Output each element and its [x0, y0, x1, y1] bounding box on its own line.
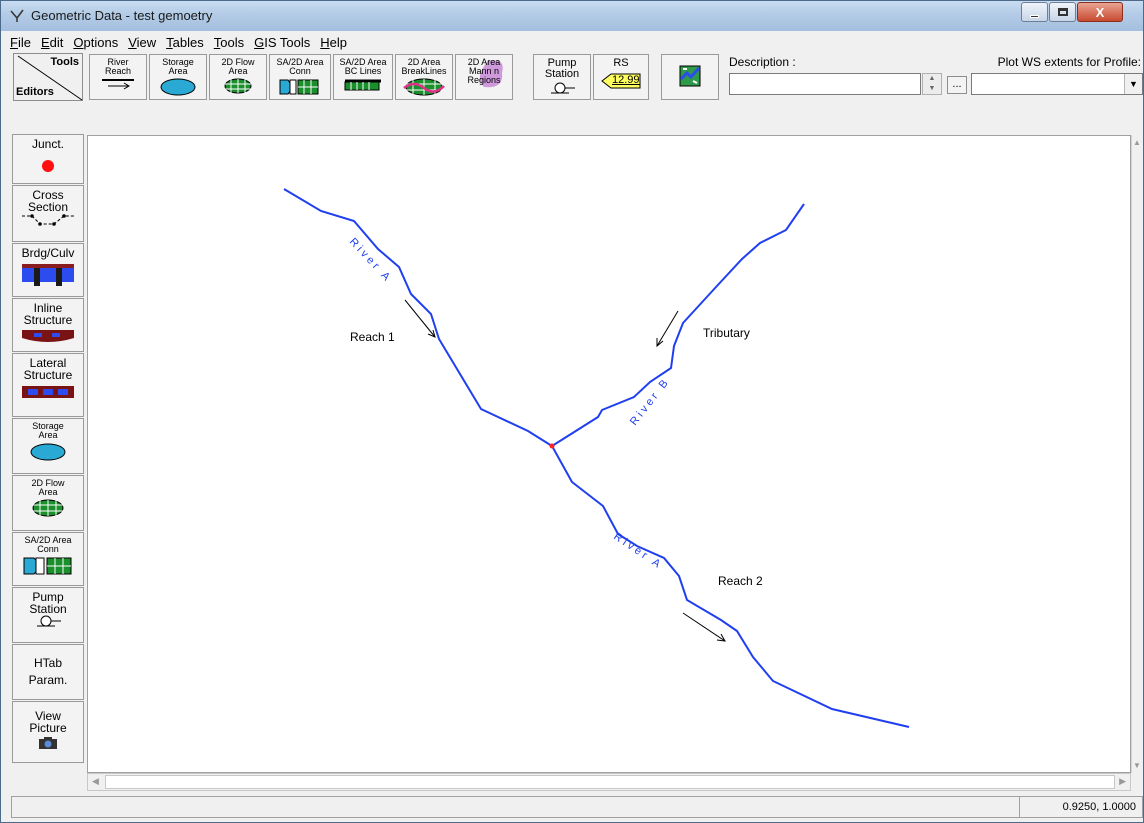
toolbar: Tools Editors River Reach Storage Area 2… [1, 52, 1143, 134]
2d-area-breaklines-tool-button[interactable]: 2D Area BreakLines [395, 54, 453, 100]
window-title: Geometric Data - test gemoetry [31, 8, 213, 23]
rs-tool-button[interactable]: RS 12.99 [593, 54, 649, 100]
tools-label: Tools [50, 56, 79, 68]
geometry-canvas[interactable]: Reach 1 Tributary Reach 2 River A River … [87, 135, 1131, 773]
lateral-structure-editor-button[interactable]: Lateral Structure [12, 353, 84, 417]
pump-station-editor-button[interactable]: Pump Station [12, 587, 84, 643]
close-button[interactable]: X [1077, 2, 1123, 22]
map-icon [679, 65, 701, 87]
river-b-label: River B [628, 375, 673, 427]
reach-2-label: Reach 2 [718, 574, 763, 588]
status-bar: 0.9250, 1.0000 [11, 796, 1143, 818]
river-reach-button[interactable]: River Reach [89, 54, 147, 100]
menu-tables[interactable]: Tables [161, 35, 209, 50]
storage-area-tool-button[interactable]: Storage Area [149, 54, 207, 100]
river-a-upper-label: River A [347, 236, 394, 285]
cross-section-editor-button[interactable]: Cross Section [12, 185, 84, 242]
menu-options[interactable]: Options [68, 35, 123, 50]
tributary-label: Tributary [703, 326, 750, 340]
2d-flow-area-editor-button[interactable]: 2D Flow Area [12, 475, 84, 531]
menu-view[interactable]: View [123, 35, 161, 50]
sa2d-conn-editor-button[interactable]: SA/2D Area Conn [12, 532, 84, 586]
horizontal-scroll-thumb[interactable] [105, 775, 1115, 789]
flow-area-2d-icon [224, 78, 252, 94]
2d-area-mann-n-regions-tool-button[interactable]: 2D Area Mann n Regions [455, 54, 513, 100]
maximize-button[interactable] [1049, 2, 1076, 22]
chevron-down-icon[interactable]: ▼ [1124, 74, 1142, 94]
rs-badge: 12.99 [601, 73, 641, 89]
menu-help[interactable]: Help [315, 35, 352, 50]
view-picture-button[interactable]: View Picture [12, 701, 84, 763]
flow-area-2d-icon [32, 499, 64, 517]
menu-file[interactable]: File [5, 35, 36, 50]
maximize-icon [1057, 8, 1068, 16]
junction-editor-button[interactable]: Junct. [12, 134, 84, 184]
menu-gis-tools[interactable]: GIS Tools [249, 35, 315, 50]
editors-label: Editors [16, 86, 54, 98]
storage-area-icon [160, 78, 196, 96]
menu-tools[interactable]: Tools [209, 35, 249, 50]
storage-area-editor-button[interactable]: Storage Area [12, 418, 84, 474]
reach-1-label: Reach 1 [350, 330, 395, 344]
minimize-icon [1030, 14, 1039, 18]
flow-arrow-reach-1 [404, 299, 436, 338]
lateral-structure-icon [22, 386, 74, 398]
river-reach-icon [102, 79, 134, 90]
tools-editors-corner: Tools Editors [13, 53, 83, 101]
pump-station-tool-button[interactable]: Pump Station [533, 54, 591, 100]
hecras-app-icon [10, 9, 24, 22]
horizontal-scrollbar[interactable]: ◀ ▶ [87, 773, 1131, 791]
plot-ws-profile-select[interactable]: ▼ [971, 73, 1143, 95]
menu-edit[interactable]: Edit [36, 35, 68, 50]
cross-section-icon [22, 214, 74, 226]
sa2d-bc-lines-tool-button[interactable]: SA/2D Area BC Lines [333, 54, 393, 100]
inline-structure-editor-button[interactable]: Inline Structure [12, 298, 84, 352]
scroll-left-icon[interactable]: ◀ [92, 776, 99, 787]
close-icon: X [1095, 4, 1105, 20]
scroll-right-icon[interactable]: ▶ [1119, 776, 1126, 787]
pump-station-icon [37, 615, 61, 627]
sa2d-conn-icon [279, 79, 319, 95]
sa2d-conn-icon [23, 557, 72, 575]
minimize-button[interactable] [1021, 2, 1048, 22]
river-a-reach-1-line[interactable] [283, 188, 553, 447]
scroll-up-icon[interactable]: ▲ [1133, 138, 1141, 147]
vertical-scrollbar[interactable]: ▲ ▼ [1131, 135, 1143, 773]
status-message-area [12, 797, 1020, 817]
cursor-coordinates: 0.9250, 1.0000 [1062, 801, 1136, 813]
bridge-culvert-editor-button[interactable]: Brdg/Culv [12, 243, 84, 297]
river-schematic: Reach 1 Tributary Reach 2 River A River … [283, 188, 910, 728]
2d-flow-area-tool-button[interactable]: 2D Flow Area [209, 54, 267, 100]
sa2d-conn-tool-button[interactable]: SA/2D Area Conn [269, 54, 331, 100]
editors-panel: Junct. Cross Section Brdg/Culv Inline St… [11, 134, 85, 774]
plot-ws-extents-label: Plot WS extents for Profile: [997, 55, 1141, 69]
inline-structure-icon [22, 330, 74, 342]
description-label: Description : [729, 55, 796, 69]
flow-arrow-reach-2 [682, 612, 726, 642]
geometric-data-window: Geometric Data - test gemoetry X File Ed… [0, 0, 1144, 823]
description-ellipsis-button[interactable]: ... [947, 76, 967, 94]
pump-station-icon [551, 82, 575, 94]
camera-icon [39, 737, 57, 749]
description-spinner[interactable]: ▲ ▼ [922, 73, 942, 95]
river-b-tributary-line[interactable] [551, 203, 805, 447]
junction-node[interactable] [549, 443, 555, 449]
storage-area-icon [30, 443, 66, 461]
description-input[interactable] [729, 73, 921, 95]
river-a-lower-label: River A [611, 531, 665, 573]
scroll-down-icon[interactable]: ▼ [1133, 761, 1141, 770]
menu-bar: File Edit Options View Tables Tools GIS … [1, 32, 1143, 52]
title-bar: Geometric Data - test gemoetry X [1, 1, 1143, 31]
background-map-button[interactable] [661, 54, 719, 100]
bridge-icon [22, 264, 74, 286]
bc-lines-icon [344, 79, 381, 91]
flow-arrow-tributary [656, 310, 679, 348]
breaklines-icon [403, 78, 445, 96]
htab-param-editor-button[interactable]: HTab Param. [12, 644, 84, 700]
junction-dot-icon [42, 160, 54, 172]
